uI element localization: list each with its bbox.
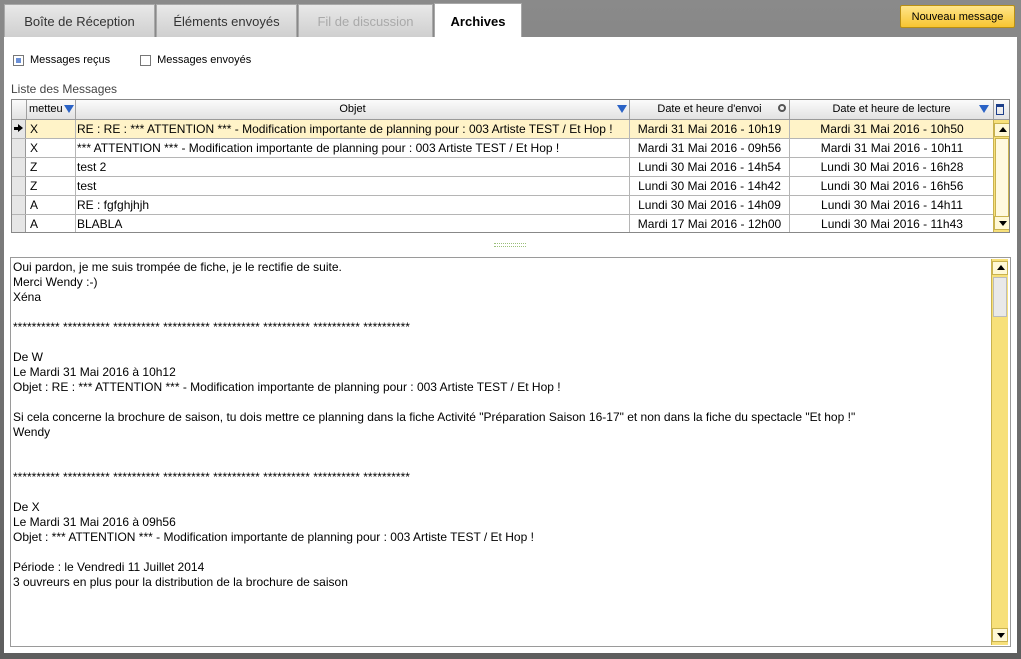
cell-subject: *** ATTENTION *** - Modification importa… <box>76 139 630 157</box>
row-selector[interactable] <box>12 120 26 138</box>
table-body: X RE : RE : *** ATTENTION *** - Modifica… <box>12 120 994 232</box>
cell-sender: Z <box>27 158 76 176</box>
scroll-up-arrow-icon[interactable] <box>992 261 1008 275</box>
filter-icon[interactable] <box>617 105 627 113</box>
cell-subject: test 2 <box>76 158 630 176</box>
table-header: metteu Objet Date et heure d'envoi Date … <box>12 100 1009 120</box>
table-row[interactable]: X RE : RE : *** ATTENTION *** - Modifica… <box>12 120 994 139</box>
column-header-sender[interactable]: metteu <box>27 100 76 119</box>
cell-sender: Z <box>27 177 76 195</box>
cell-sender: X <box>27 139 76 157</box>
column-read-label: Date et heure de lecture <box>832 103 951 115</box>
cell-sent-date: Lundi 30 Mai 2016 - 14h54 <box>630 158 790 176</box>
search-icon[interactable] <box>778 104 786 112</box>
table-row[interactable]: Z test Lundi 30 Mai 2016 - 14h42 Lundi 3… <box>12 177 994 196</box>
column-sent-label: Date et heure d'envoi <box>657 103 762 115</box>
row-selector[interactable] <box>12 139 26 157</box>
row-selector[interactable] <box>12 215 26 232</box>
archives-panel: Messages reçus Messages envoyés Liste de… <box>4 37 1017 653</box>
cell-read-date: Lundi 30 Mai 2016 - 16h56 <box>820 179 964 193</box>
message-body-pane[interactable]: Oui pardon, je me suis trompée de fiche,… <box>10 257 1011 647</box>
received-checkbox-label: Messages reçus <box>30 54 111 66</box>
cell-sent-date: Lundi 30 Mai 2016 - 14h42 <box>630 177 790 195</box>
column-header-sent-date[interactable]: Date et heure d'envoi <box>630 100 790 119</box>
cell-sender: A <box>27 215 76 232</box>
cell-sent-date: Mardi 31 Mai 2016 - 09h56 <box>630 139 790 157</box>
window-frame: Boîte de Réception Éléments envoyés Fil … <box>0 0 1021 659</box>
column-header-subject[interactable]: Objet <box>76 100 630 119</box>
cell-subject: RE : RE : *** ATTENTION *** - Modificati… <box>76 120 630 138</box>
message-filters: Messages reçus Messages envoyés <box>13 54 281 66</box>
cell-sender: A <box>27 196 76 214</box>
cell-subject: BLABLA <box>76 215 630 232</box>
cell-subject: test <box>76 177 630 195</box>
cell-read-date: Lundi 30 Mai 2016 - 16h28 <box>820 160 964 174</box>
tab-discussion-thread[interactable]: Fil de discussion <box>298 4 433 37</box>
cell-read-date: Mardi 31 Mai 2016 - 10h11 <box>820 141 964 155</box>
cell-sent-date: Lundi 30 Mai 2016 - 14h09 <box>630 196 790 214</box>
row-selector[interactable] <box>12 196 26 214</box>
received-messages-checkbox[interactable]: Messages reçus <box>13 54 110 66</box>
cell-sent-date: Mardi 31 Mai 2016 - 10h19 <box>630 120 790 138</box>
row-selector[interactable] <box>12 177 26 195</box>
message-list-title: Liste des Messages <box>11 82 118 96</box>
new-message-button[interactable]: Nouveau message <box>900 5 1015 28</box>
row-selector-header <box>12 100 27 119</box>
cell-subject: RE : fgfghjhjh <box>76 196 630 214</box>
scrollbar-thumb[interactable] <box>995 138 1009 224</box>
tab-archives[interactable]: Archives <box>434 3 522 38</box>
cell-sender: X <box>27 120 76 138</box>
body-scrollbar[interactable] <box>991 259 1008 645</box>
tab-sent-items[interactable]: Éléments envoyés <box>156 4 297 37</box>
received-checkbox-box[interactable] <box>13 54 24 66</box>
scroll-down-arrow-icon[interactable] <box>994 216 1009 230</box>
pane-splitter-handle[interactable] <box>494 243 526 247</box>
cell-sent-date: Mardi 17 Mai 2016 - 12h00 <box>630 215 790 232</box>
table-row[interactable]: X *** ATTENTION *** - Modification impor… <box>12 139 994 158</box>
filter-icon[interactable] <box>979 105 989 113</box>
cell-read-date: Lundi 30 Mai 2016 - 14h11 <box>821 198 963 212</box>
table-row[interactable]: Z test 2 Lundi 30 Mai 2016 - 14h54 Lundi… <box>12 158 994 177</box>
tab-bar: Boîte de Réception Éléments envoyés Fil … <box>4 3 523 38</box>
sent-checkbox-label: Messages envoyés <box>157 54 252 66</box>
cell-read-date: Lundi 30 Mai 2016 - 11h43 <box>821 217 963 231</box>
scroll-up-arrow-icon[interactable] <box>994 123 1009 137</box>
sent-checkbox-box[interactable] <box>140 54 152 66</box>
column-sender-label: metteu <box>29 103 63 115</box>
column-header-read-date[interactable]: Date et heure de lecture <box>790 100 994 119</box>
row-selector[interactable] <box>12 158 26 176</box>
tab-inbox[interactable]: Boîte de Réception <box>4 4 155 37</box>
filter-icon[interactable] <box>64 105 74 113</box>
scrollbar-thumb[interactable] <box>993 277 1007 317</box>
message-list-table: metteu Objet Date et heure d'envoi Date … <box>11 99 1010 233</box>
scroll-down-arrow-icon[interactable] <box>992 628 1008 642</box>
column-subject-label: Objet <box>339 103 366 115</box>
table-row[interactable]: A RE : fgfghjhjh Lundi 30 Mai 2016 - 14h… <box>12 196 994 215</box>
cell-read-date: Mardi 31 Mai 2016 - 10h50 <box>820 122 964 136</box>
message-body-text[interactable]: Oui pardon, je me suis trompée de fiche,… <box>13 260 988 645</box>
delete-icon[interactable] <box>996 104 1004 115</box>
table-row[interactable]: A BLABLA Mardi 17 Mai 2016 - 12h00 Lundi… <box>12 215 994 232</box>
list-scrollbar[interactable] <box>993 120 1009 232</box>
sent-messages-checkbox[interactable]: Messages envoyés <box>140 54 251 66</box>
